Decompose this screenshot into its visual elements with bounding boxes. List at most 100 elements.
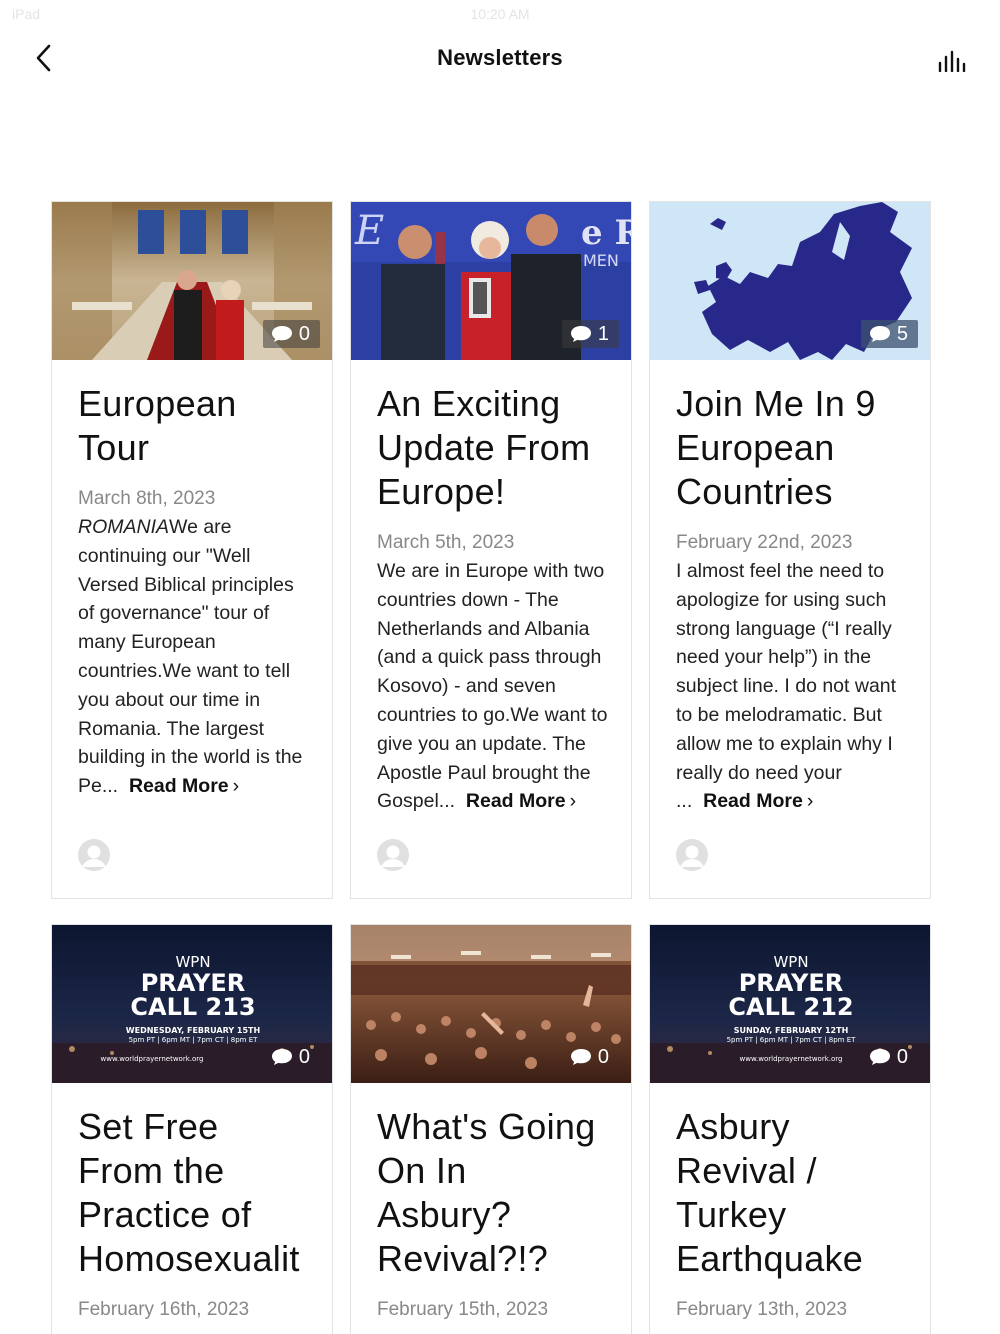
post-title[interactable]: What's Going On In Asbury? Revival?!?	[377, 1105, 611, 1281]
post-title-line[interactable]: What's Going	[377, 1105, 611, 1149]
read-more-link[interactable]: Read More ›	[703, 790, 813, 812]
post-title-line[interactable]: Join Me In 9	[676, 382, 910, 426]
chevron-right-icon: ›	[569, 790, 577, 813]
comment-count-badge: 1	[561, 320, 619, 348]
read-more-link[interactable]: Read More ›	[466, 790, 576, 812]
post-thumbnail[interactable]: WPN PRAYER CALL 213 WEDNESDAY, FEBRUARY …	[52, 925, 332, 1083]
post-date: February 16th, 2023	[78, 1299, 250, 1320]
comment-count: 0	[597, 1045, 609, 1068]
image-heading-line: CALL 213	[130, 993, 255, 1021]
post-date: March 8th, 2023	[78, 488, 216, 509]
svg-text:E: E	[354, 208, 384, 254]
post-thumbnail[interactable]: E e R MEN 1	[351, 202, 631, 360]
user-placeholder-icon	[676, 839, 708, 871]
speech-bubble-icon	[869, 1049, 890, 1065]
read-more-link[interactable]: Read More ›	[129, 775, 239, 797]
post-title-line[interactable]: Earthquake	[676, 1237, 910, 1281]
comment-count: 1	[597, 322, 609, 345]
post-title-line[interactable]: Homosexualit	[78, 1237, 312, 1281]
comment-count: 0	[298, 322, 310, 345]
image-url: www.worldprayernetwork.org	[740, 1055, 843, 1063]
speech-bubble-icon	[570, 326, 591, 342]
user-placeholder-icon	[377, 839, 409, 871]
post-title-line[interactable]: Turkey	[676, 1193, 910, 1237]
newsletter-card[interactable]: 0 European Tour March 8th, 2023 ROMANIAW…	[51, 201, 333, 899]
post-thumbnail[interactable]: 0	[52, 202, 332, 360]
author-avatar[interactable]	[78, 839, 110, 871]
post-excerpt: ROMANIAWe are continuing our "Well Verse…	[78, 513, 312, 801]
read-more-label[interactable]: Read More	[466, 790, 566, 812]
comment-count-badge: 0	[562, 1043, 619, 1071]
post-date: February 15th, 2023	[377, 1299, 549, 1320]
post-title-line[interactable]: European	[78, 382, 312, 426]
status-bar: iPad 10:20 AM	[0, 0, 1000, 28]
post-title-line[interactable]: Asbury?	[377, 1193, 611, 1237]
post-date: February 22nd, 2023	[676, 532, 853, 553]
svg-text:e R: e R	[581, 213, 631, 253]
post-title-line[interactable]: Countries	[676, 470, 910, 514]
post-title-line[interactable]: Europe!	[377, 470, 611, 514]
newsletter-card[interactable]: WPN PRAYER CALL 212 SUNDAY, FEBRUARY 12T…	[649, 924, 931, 1334]
post-excerpt-lead: ROMANIA	[78, 516, 170, 538]
newsletter-card[interactable]: WPN PRAYER CALL 213 WEDNESDAY, FEBRUARY …	[51, 924, 333, 1334]
image-heading-line: CALL 212	[728, 993, 853, 1021]
post-title[interactable]: Asbury Revival / Turkey Earthquake	[676, 1105, 910, 1281]
post-title-line[interactable]: Practice of	[78, 1193, 312, 1237]
comment-count-badge: 0	[861, 1043, 918, 1071]
post-title-line[interactable]: European	[676, 426, 910, 470]
navigation-bar: Newsletters	[0, 28, 1000, 90]
post-title-line[interactable]: Asbury	[676, 1105, 910, 1149]
newsletter-card[interactable]: 5 Join Me In 9 European Countries Februa…	[649, 201, 931, 899]
audio-bars-icon	[938, 50, 966, 72]
post-thumbnail[interactable]: 0	[351, 925, 631, 1083]
post-excerpt: I almost feel the need to apologize for …	[676, 557, 910, 816]
speech-bubble-icon	[570, 1049, 591, 1065]
read-more-label[interactable]: Read More	[703, 790, 803, 812]
post-excerpt: We are in Europe with two countries down…	[377, 557, 611, 816]
post-title-line[interactable]: On In	[377, 1149, 611, 1193]
post-excerpt-text: We are in Europe with two countries down…	[377, 560, 608, 813]
chevron-right-icon: ›	[806, 790, 814, 813]
speech-bubble-icon	[271, 326, 292, 342]
post-title-line[interactable]: Revival /	[676, 1149, 910, 1193]
user-placeholder-icon	[78, 839, 110, 871]
newsletter-card[interactable]: 0 What's Going On In Asbury? Revival?!? …	[350, 924, 632, 1334]
image-date-line: SUNDAY, FEBRUARY 12TH	[734, 1026, 849, 1035]
page-title: Newsletters	[437, 45, 563, 70]
status-time: 10:20 AM	[470, 6, 530, 22]
post-date: March 5th, 2023	[377, 532, 515, 553]
image-url: www.worldprayernetwork.org	[101, 1055, 204, 1063]
post-title[interactable]: An Exciting Update From Europe!	[377, 382, 611, 514]
post-date: February 13th, 2023	[676, 1299, 848, 1320]
image-date-line: WEDNESDAY, FEBRUARY 15TH	[126, 1026, 260, 1035]
author-avatar[interactable]	[377, 839, 409, 871]
post-title-line[interactable]: Tour	[78, 426, 312, 470]
speech-bubble-icon	[271, 1049, 292, 1065]
image-times-line: 5pm PT | 6pm MT | 7pm CT | 8pm ET	[129, 1036, 259, 1044]
post-thumbnail[interactable]: 5	[650, 202, 930, 360]
post-title-line[interactable]: Set Free	[78, 1105, 312, 1149]
svg-text:MEN: MEN	[583, 251, 619, 270]
newsletter-card[interactable]: E e R MEN 1 An Exciting	[350, 201, 632, 899]
post-thumbnail[interactable]: WPN PRAYER CALL 212 SUNDAY, FEBRUARY 12T…	[650, 925, 930, 1083]
read-more-label[interactable]: Read More	[129, 775, 229, 797]
chevron-right-icon: ›	[232, 775, 240, 798]
comment-count-badge: 5	[860, 320, 918, 348]
comment-count: 5	[896, 322, 908, 345]
comment-count: 0	[298, 1045, 310, 1068]
post-title[interactable]: European Tour	[78, 382, 312, 470]
comment-count-badge: 0	[262, 320, 320, 348]
audio-button[interactable]	[934, 46, 972, 76]
post-title-line[interactable]: Revival?!?	[377, 1237, 611, 1281]
post-title-line[interactable]: Update From	[377, 426, 611, 470]
image-times-line: 5pm PT | 6pm MT | 7pm CT | 8pm ET	[727, 1036, 857, 1044]
author-avatar[interactable]	[676, 839, 708, 871]
post-title[interactable]: Join Me In 9 European Countries	[676, 382, 910, 514]
comment-count: 0	[896, 1045, 908, 1068]
post-title-line[interactable]: From the	[78, 1149, 312, 1193]
comment-count-badge: 0	[263, 1043, 320, 1071]
post-title[interactable]: Set Free From the Practice of Homosexual…	[78, 1105, 312, 1281]
post-title-line[interactable]: An Exciting	[377, 382, 611, 426]
speech-bubble-icon	[869, 326, 890, 342]
post-excerpt-text: We are continuing our "Well Versed Bibli…	[78, 516, 303, 798]
